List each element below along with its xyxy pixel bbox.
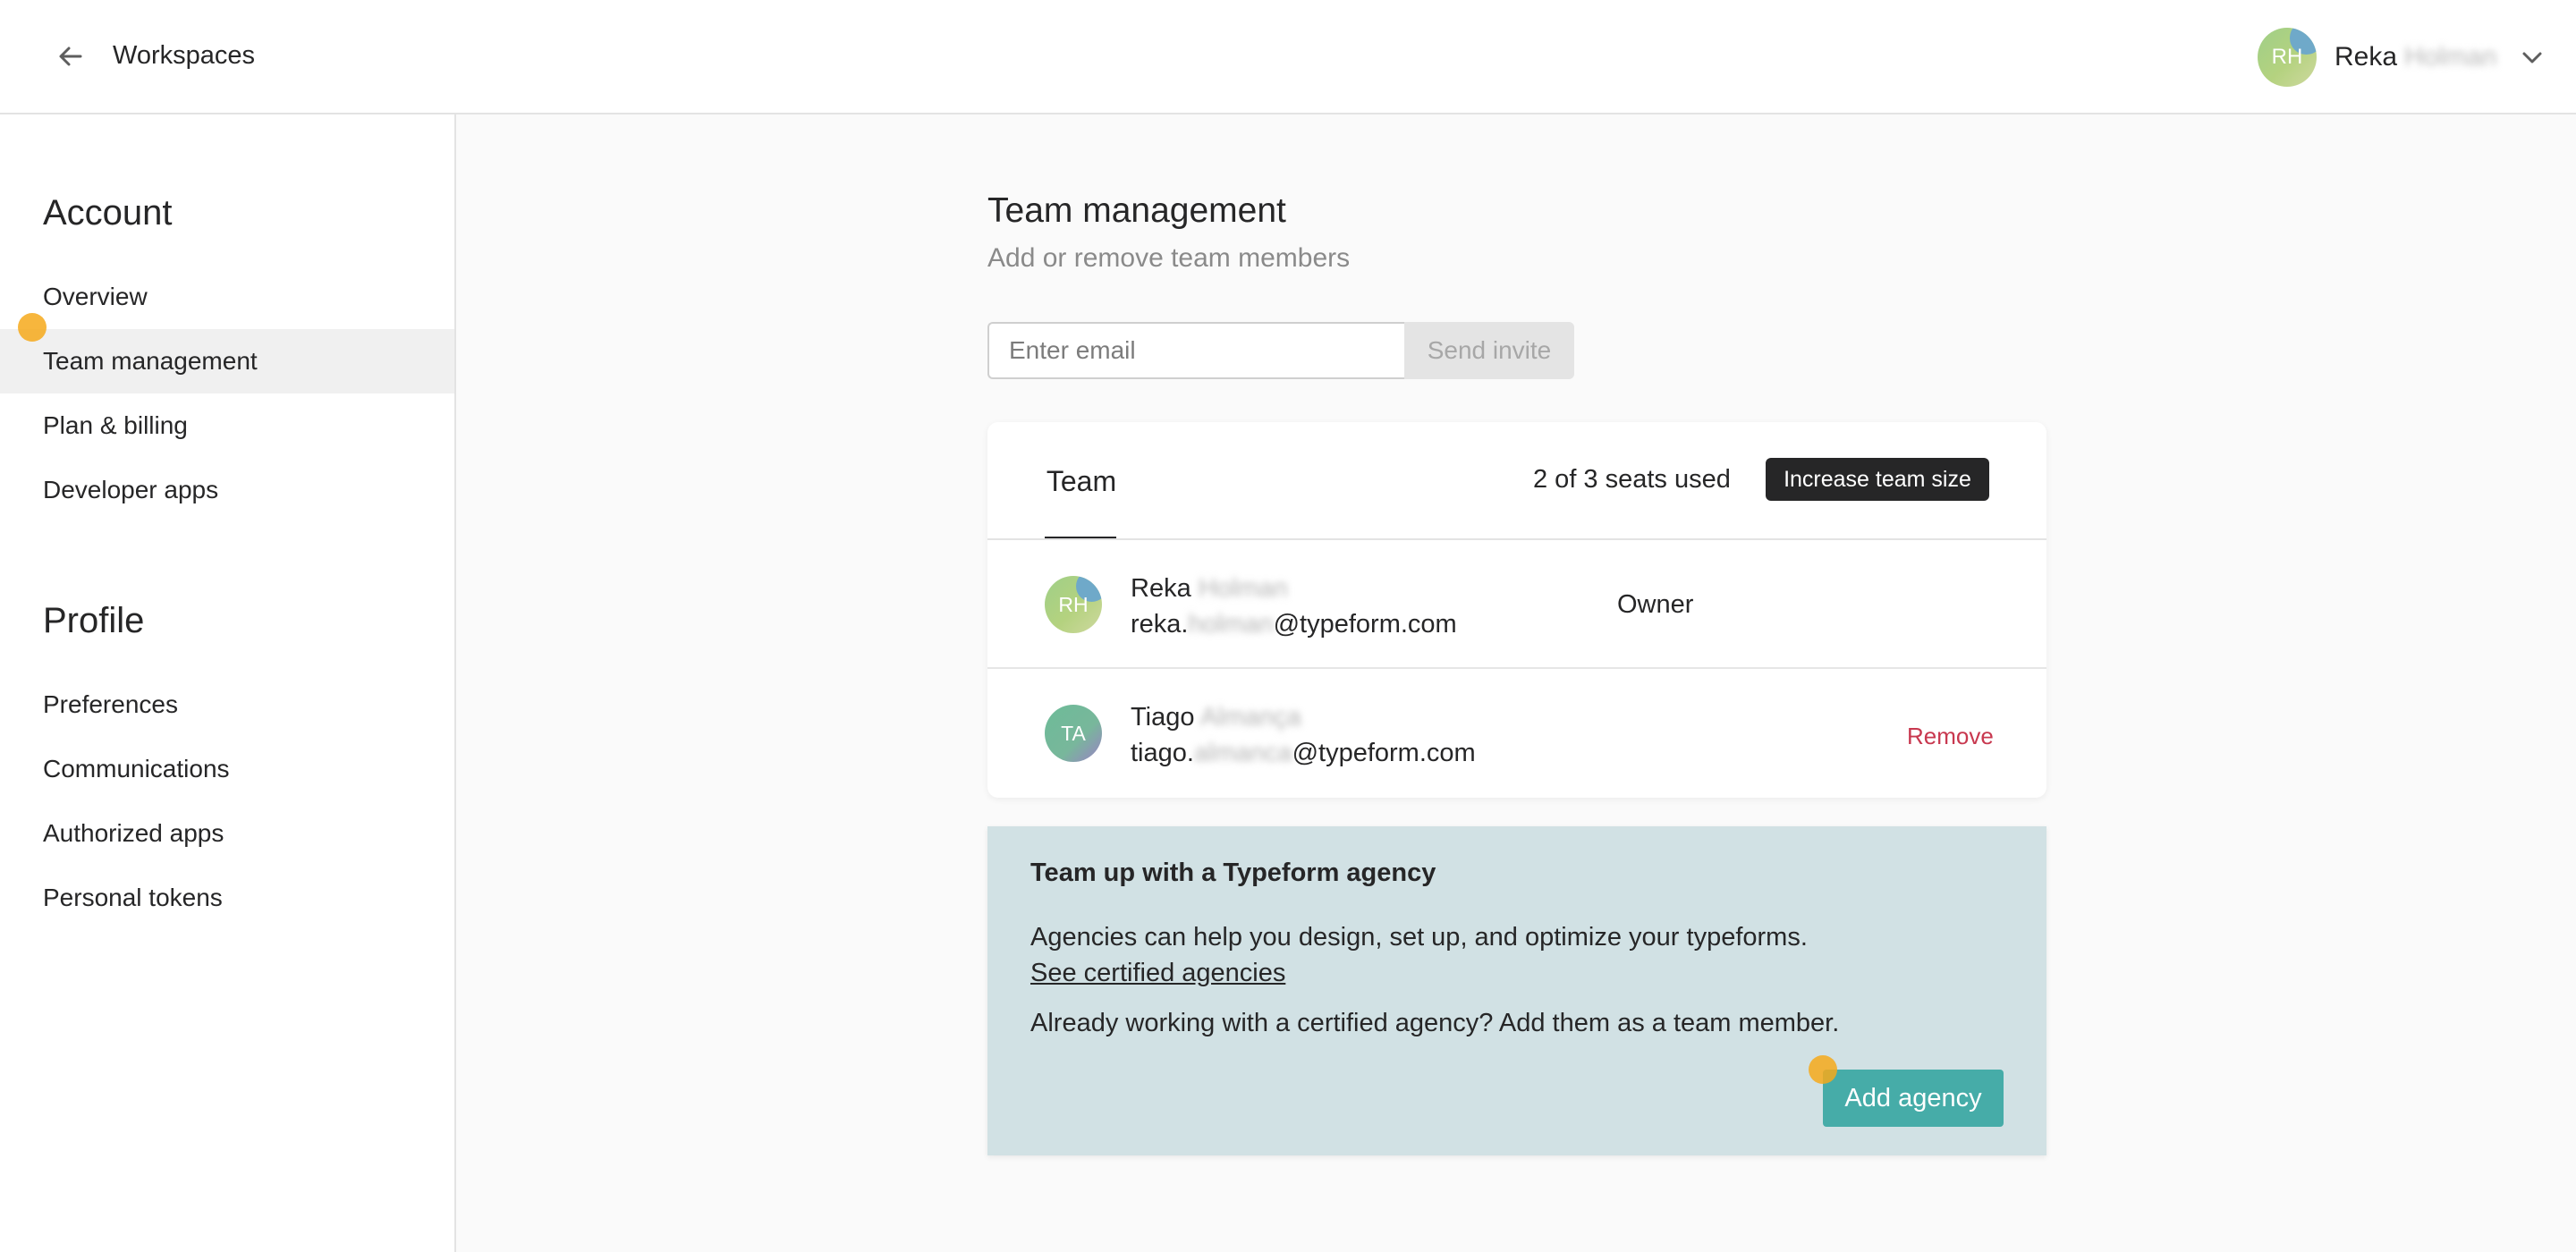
cursor-indicator (18, 313, 47, 342)
email-hidden: almanca (1193, 739, 1292, 767)
workspaces-link[interactable]: Workspaces (113, 41, 255, 71)
sidebar-item-label: Authorized apps (43, 819, 225, 847)
member-last-name: Almança (1199, 703, 1301, 732)
sidebar-item-label: Overview (43, 283, 148, 310)
member-first-name: Reka (1131, 574, 1191, 603)
member-name: Reka Holman (1131, 574, 1288, 604)
sidebar-item-label: Communications (43, 755, 230, 782)
sidebar-item-preferences[interactable]: Preferences (0, 673, 454, 737)
remove-member-button[interactable]: Remove (1907, 723, 1994, 750)
table-row: TA Tiago Almança tiago.almanca@typeform.… (987, 669, 2046, 798)
tab-team[interactable]: Team (1045, 422, 1118, 540)
member-role: Owner (1617, 590, 1694, 619)
email-input[interactable] (987, 322, 1404, 379)
avatar: TA (1045, 705, 1102, 762)
agency-already-text: Already working with a certified agency?… (1030, 1009, 1840, 1037)
sidebar-item-label: Developer apps (43, 476, 219, 503)
sidebar-item-label: Preferences (43, 690, 178, 718)
back-button[interactable] (50, 36, 91, 77)
sidebar-item-developer-apps[interactable]: Developer apps (0, 458, 454, 522)
add-agency-button[interactable]: Add agency (1823, 1070, 2004, 1127)
agency-title: Team up with a Typeform agency (1030, 859, 1436, 887)
invite-form: Send invite (987, 322, 1574, 379)
seats-used-text: 2 of 3 seats used (1533, 465, 1731, 494)
sidebar-item-team-management[interactable]: Team management (0, 329, 454, 393)
sidebar-item-label: Plan & billing (43, 411, 188, 439)
cursor-indicator (1809, 1055, 1837, 1084)
top-header: Workspaces RH Reka Holman (0, 0, 2576, 114)
increase-team-size-button[interactable]: Increase team size (1766, 458, 1989, 501)
avatar: RH (1045, 576, 1102, 633)
see-certified-agencies-link[interactable]: See certified agencies (1030, 959, 1285, 988)
avatar-initials: TA (1061, 721, 1086, 745)
sidebar-item-authorized-apps[interactable]: Authorized apps (0, 801, 454, 866)
member-name: Tiago Almança (1131, 703, 1301, 732)
avatar: RH (2258, 28, 2317, 87)
email-prefix: tiago. (1131, 739, 1194, 767)
sidebar-item-label: Team management (43, 347, 258, 375)
chevron-down-icon (2522, 52, 2542, 63)
user-name: Reka Holman (2334, 42, 2496, 72)
member-email: tiago.almanca@typeform.com (1131, 739, 1476, 768)
member-last-name: Holman (1198, 574, 1288, 603)
page-title: Team management (987, 191, 1286, 230)
user-menu[interactable]: RH Reka Holman (2258, 27, 2545, 88)
email-hidden: holman (1188, 610, 1274, 639)
member-first-name: Tiago (1131, 703, 1195, 732)
table-row: RH Reka Holman reka.holman@typeform.com … (987, 540, 2046, 669)
agency-description: Agencies can help you design, set up, an… (1030, 923, 1808, 952)
sidebar: Account Overview Team management Plan & … (0, 114, 456, 1252)
email-domain: @typeform.com (1273, 610, 1457, 639)
profile-heading: Profile (43, 601, 145, 640)
sidebar-item-communications[interactable]: Communications (0, 737, 454, 801)
user-first-name: Reka (2334, 42, 2398, 72)
user-last-name: Holman (2404, 42, 2497, 72)
email-prefix: reka. (1131, 610, 1189, 639)
sidebar-item-personal-tokens[interactable]: Personal tokens (0, 866, 454, 930)
team-card: Team 2 of 3 seats used Increase team siz… (987, 422, 2046, 798)
avatar-initials: RH (1058, 592, 1089, 616)
sidebar-item-plan-billing[interactable]: Plan & billing (0, 393, 454, 458)
send-invite-button[interactable]: Send invite (1404, 322, 1574, 379)
page-subtitle: Add or remove team members (987, 243, 1351, 273)
email-domain: @typeform.com (1292, 739, 1476, 767)
avatar-initials: RH (2271, 45, 2303, 69)
account-heading: Account (43, 193, 173, 233)
sidebar-item-overview[interactable]: Overview (0, 265, 454, 329)
member-email: reka.holman@typeform.com (1131, 610, 1457, 639)
sidebar-item-label: Personal tokens (43, 884, 223, 911)
arrow-left-icon (59, 47, 82, 66)
agency-card: Team up with a Typeform agency Agencies … (987, 826, 2046, 1155)
